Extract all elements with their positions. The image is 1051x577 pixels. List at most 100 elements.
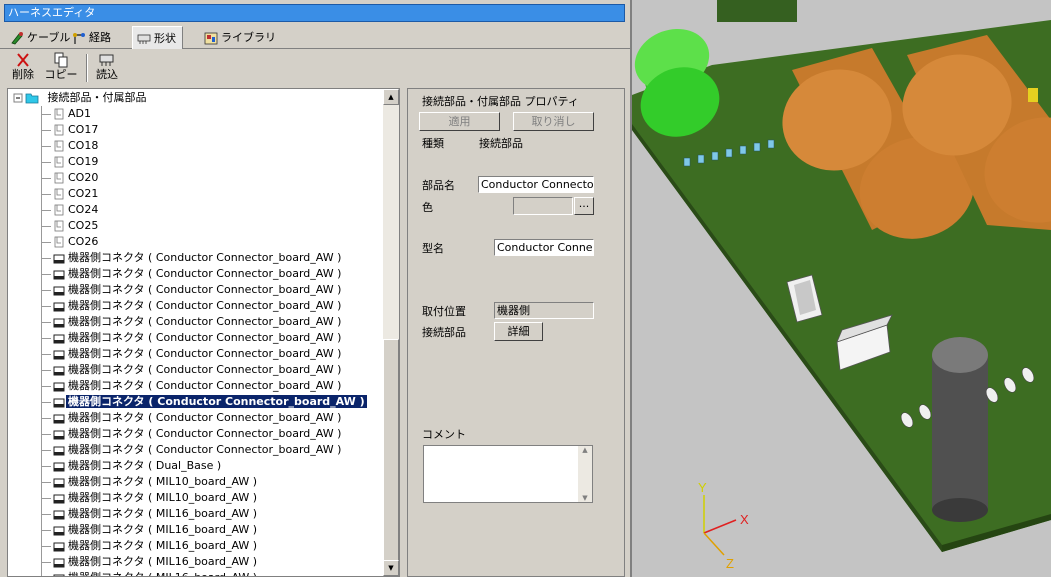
3d-viewport[interactable]: Y X Z (632, 0, 1051, 577)
pin-icon (52, 203, 66, 216)
tree-connector-line (38, 442, 52, 458)
tree-connector-line (38, 458, 52, 474)
tree-item-label: 機器側コネクタ ( Conductor Connector_board_AW ) (68, 331, 342, 344)
tree-item[interactable]: 機器側コネクタ ( Conductor Connector_board_AW ) (38, 442, 343, 458)
connector-icon (52, 347, 66, 360)
tree-item-label: 機器側コネクタ ( MIL16_board_AW ) (68, 523, 258, 536)
tree-item[interactable]: 機器側コネクタ ( MIL16_board_AW ) (38, 538, 259, 554)
tree-item[interactable]: CO19 (38, 154, 100, 170)
tab-shape[interactable]: 形状 (132, 26, 183, 49)
tree-item[interactable]: 機器側コネクタ ( MIL10_board_AW ) (38, 474, 259, 490)
tree-item[interactable]: CO20 (38, 170, 100, 186)
tree-connector-line (38, 426, 52, 442)
tree-item[interactable]: AD1 (38, 106, 93, 122)
tree-item[interactable]: 機器側コネクタ ( Conductor Connector_board_AW ) (38, 298, 343, 314)
tree-scrollbar[interactable]: ▲ ▼ (383, 89, 399, 576)
delete-label: 削除 (12, 68, 34, 81)
tree-item[interactable]: CO21 (38, 186, 100, 202)
tree-item[interactable]: 機器側コネクタ ( Conductor Connector_board_AW ) (38, 330, 343, 346)
tree-item-label: 機器側コネクタ ( Conductor Connector_board_AW ) (68, 363, 342, 376)
tree-item[interactable]: 機器側コネクタ ( MIL16_board_AW ) (38, 570, 259, 576)
tree-item[interactable]: CO25 (38, 218, 100, 234)
model-label: 型名 (422, 242, 444, 255)
tree-item[interactable]: 機器側コネクタ ( MIL10_board_AW ) (38, 490, 259, 506)
axis-y-label: Y (698, 480, 707, 495)
connector-icon (52, 571, 66, 576)
detail-button[interactable]: 詳細 (494, 322, 543, 341)
tree-item[interactable]: 機器側コネクタ ( Conductor Connector_board_AW ) (38, 282, 343, 298)
tree-connector-line (38, 410, 52, 426)
tree-item[interactable]: 機器側コネクタ ( MIL16_board_AW ) (38, 506, 259, 522)
tab-route[interactable]: 経路 (68, 28, 117, 47)
pin-icon (52, 123, 66, 136)
scroll-thumb[interactable] (383, 339, 399, 571)
part-name-field[interactable]: Conductor Connector_ (478, 176, 594, 193)
tree-item[interactable]: 機器側コネクタ ( Conductor Connector_board_AW ) (38, 378, 343, 394)
tab-shape-label: 形状 (154, 31, 176, 45)
tree-item[interactable]: 機器側コネクタ ( MIL16_board_AW ) (38, 554, 259, 570)
cancel-button[interactable]: 取り消し (513, 112, 594, 131)
connector-icon (52, 379, 66, 392)
connector-icon (52, 283, 66, 296)
copy-button[interactable]: コピー (44, 52, 78, 84)
kind-label: 種類 (422, 137, 444, 150)
tree-item[interactable]: 機器側コネクタ ( MIL16_board_AW ) (38, 522, 259, 538)
tree-item-label: 機器側コネクタ ( MIL16_board_AW ) (68, 539, 258, 552)
properties-panel: 接続部品・付属部品 プロパティ 適用 取り消し 種類 接続部品 部品名 Cond… (407, 88, 625, 577)
delete-button[interactable]: 削除 (6, 52, 40, 84)
tree-item-selected[interactable]: 機器側コネクタ ( Conductor Connector_board_AW ) (38, 394, 367, 410)
tree-item[interactable]: 機器側コネクタ ( Conductor Connector_board_AW ) (38, 410, 343, 426)
tree-item[interactable]: CO17 (38, 122, 100, 138)
tree-item[interactable]: CO24 (38, 202, 100, 218)
tree-item[interactable]: 機器側コネクタ ( Conductor Connector_board_AW ) (38, 346, 343, 362)
tree-item[interactable]: 機器側コネクタ ( Conductor Connector_board_AW ) (38, 426, 343, 442)
connector-icon (52, 427, 66, 440)
tree-connector-line (38, 314, 52, 330)
connector-icon (52, 459, 66, 472)
axis-x-label: X (740, 512, 749, 527)
model-field[interactable]: Conductor Connector_ (494, 239, 594, 256)
tab-library[interactable]: ライブラリ (200, 28, 282, 47)
tree-connector-line (38, 282, 52, 298)
tree-connector-line (38, 378, 52, 394)
tree-item-label: CO19 (68, 155, 99, 168)
tree-item[interactable]: 機器側コネクタ ( Dual_Base ) (38, 458, 223, 474)
comment-scrollbar[interactable]: ▲ ▼ (578, 446, 592, 502)
tab-cable[interactable]: ケーブル (6, 28, 76, 47)
tree-root-label: 接続部品・付属部品 (47, 91, 147, 104)
apply-button[interactable]: 適用 (419, 112, 500, 131)
copy-icon (52, 52, 70, 68)
tree-item[interactable]: 機器側コネクタ ( Conductor Connector_board_AW ) (38, 362, 343, 378)
3d-scene: Y X Z (632, 0, 1051, 577)
color-picker-button[interactable]: ... (574, 197, 594, 215)
tree-item-label: 機器側コネクタ ( MIL10_board_AW ) (68, 475, 258, 488)
connected-label: 接続部品 (422, 326, 466, 339)
pin-icon (52, 107, 66, 120)
tree-item[interactable]: CO26 (38, 234, 100, 250)
parts-tree[interactable]: 接続部品・付属部品 AD1 CO17 CO18 CO19 CO20 CO21 CO24 CO2… (7, 88, 400, 577)
connector-icon (52, 443, 66, 456)
tree-item-label: CO24 (68, 203, 99, 216)
scroll-up-button[interactable]: ▲ (383, 89, 399, 105)
tree-connector-line (38, 394, 52, 410)
tree-connector-line (38, 154, 52, 170)
tree-item[interactable]: 機器側コネクタ ( Conductor Connector_board_AW ) (38, 266, 343, 282)
window-title: ハーネスエディタ (4, 4, 625, 22)
tree-root[interactable]: 接続部品・付属部品 (12, 90, 149, 106)
tree-item[interactable]: CO18 (38, 138, 100, 154)
tree-connector-line (38, 362, 52, 378)
connector-icon (52, 411, 66, 424)
pin-icon (52, 171, 66, 184)
tree-connector-line (38, 506, 52, 522)
comment-textarea[interactable]: ▲ ▼ (423, 445, 593, 503)
gray-cylinder (932, 337, 988, 522)
load-button[interactable]: 読込 (90, 52, 124, 84)
tree-item-label: CO18 (68, 139, 99, 152)
tree-item[interactable]: 機器側コネクタ ( Conductor Connector_board_AW ) (38, 314, 343, 330)
mount-label: 取付位置 (422, 305, 466, 318)
mount-field: 機器側 (494, 302, 594, 319)
tree-connector-line (38, 538, 52, 554)
scroll-down-button[interactable]: ▼ (383, 560, 399, 576)
connector-icon (52, 523, 66, 536)
tree-item[interactable]: 機器側コネクタ ( Conductor Connector_board_AW ) (38, 250, 343, 266)
